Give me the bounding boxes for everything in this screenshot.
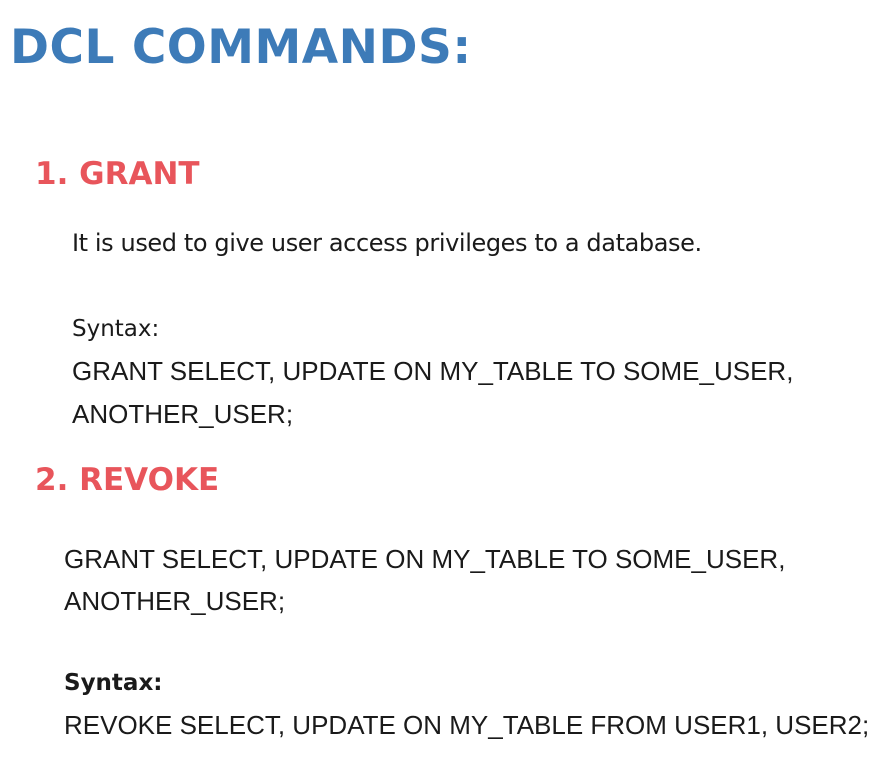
revoke-heading: 2. REVOKE: [35, 462, 220, 498]
grant-description: It is used to give user access privilege…: [72, 229, 702, 257]
grant-code-line-2: ANOTHER_USER;: [72, 399, 294, 429]
revoke-code-line-1: GRANT SELECT, UPDATE ON MY_TABLE TO SOME…: [64, 544, 786, 574]
page-title: DCL COMMANDS:: [10, 20, 472, 75]
grant-code-line-1: GRANT SELECT, UPDATE ON MY_TABLE TO SOME…: [72, 356, 794, 386]
revoke-syntax-code: REVOKE SELECT, UPDATE ON MY_TABLE FROM U…: [64, 710, 870, 740]
revoke-code-line-2: ANOTHER_USER;: [64, 586, 286, 616]
revoke-syntax-label: Syntax:: [64, 670, 163, 696]
grant-heading: 1. GRANT: [35, 156, 200, 192]
grant-syntax-label: Syntax:: [72, 316, 160, 342]
